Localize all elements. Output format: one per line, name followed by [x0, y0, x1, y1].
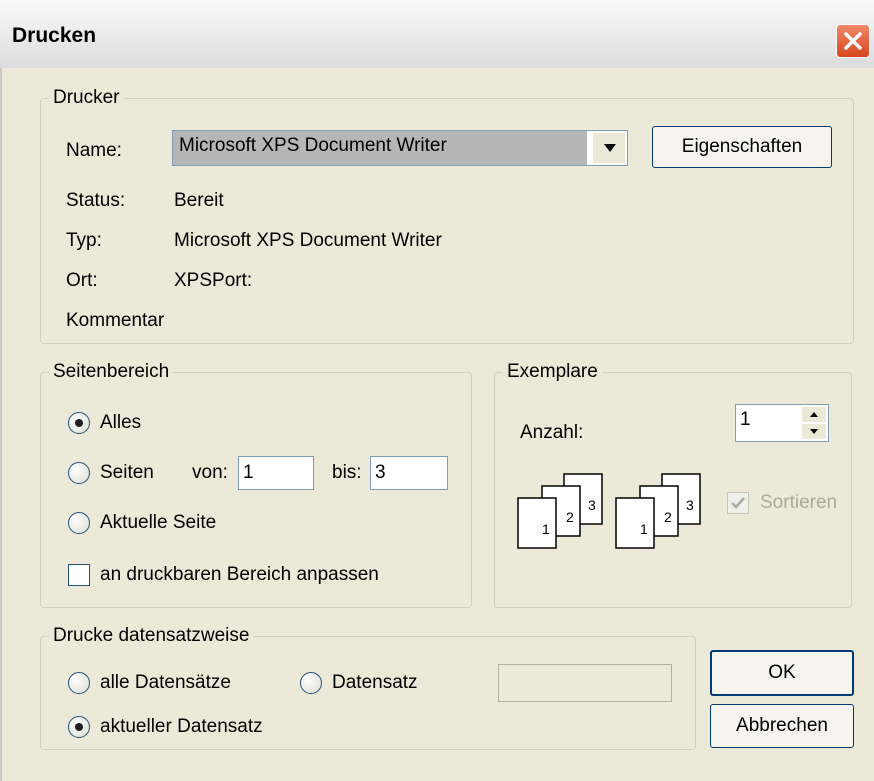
- type-value: Microsoft XPS Document Writer: [174, 230, 442, 251]
- status-value: Bereit: [174, 190, 224, 211]
- type-label: Typ:: [66, 230, 102, 251]
- caret-up-icon: [810, 412, 818, 417]
- records-legend: Drucke datensatzweise: [49, 625, 254, 647]
- spin-down-button[interactable]: [801, 423, 827, 440]
- radio-all-records-label[interactable]: alle Datensätze: [100, 672, 231, 694]
- chevron-down-icon: [604, 144, 616, 152]
- radio-record-label[interactable]: Datensatz: [332, 672, 418, 694]
- radio-current-record[interactable]: [68, 716, 90, 738]
- radio-pages-label[interactable]: Seiten: [100, 462, 154, 484]
- radio-record[interactable]: [300, 672, 322, 694]
- status-label: Status:: [66, 190, 126, 211]
- printer-dropdown-button[interactable]: [592, 132, 626, 164]
- radio-current-page[interactable]: [68, 512, 90, 534]
- printer-legend: Drucker: [49, 87, 124, 109]
- radio-current-record-label[interactable]: aktueller Datensatz: [100, 716, 263, 738]
- page-number: 2: [664, 509, 672, 525]
- radio-selected-dot: [75, 723, 83, 731]
- record-number-input[interactable]: [498, 664, 672, 702]
- from-page-input[interactable]: 1: [238, 456, 314, 490]
- printer-name-select[interactable]: Microsoft XPS Document Writer: [172, 130, 628, 166]
- location-label: Ort:: [66, 270, 98, 291]
- printer-name-label: Name:: [66, 140, 122, 161]
- dialog-body: Drucker Name: Microsoft XPS Document Wri…: [0, 68, 874, 781]
- radio-all-pages-label[interactable]: Alles: [100, 412, 141, 434]
- close-icon: [844, 32, 862, 50]
- from-label: von:: [192, 462, 228, 483]
- collate-illustration-icon: 3 2 1: [612, 472, 704, 552]
- page-number: 2: [566, 509, 574, 525]
- radio-current-page-label[interactable]: Aktuelle Seite: [100, 512, 216, 534]
- copies-count-value: 1: [740, 409, 751, 430]
- cancel-button[interactable]: Abbrechen: [710, 704, 854, 748]
- location-value: XPSPort:: [174, 270, 253, 291]
- caret-down-icon: [810, 429, 818, 434]
- radio-all-pages[interactable]: [68, 412, 90, 434]
- radio-all-records[interactable]: [68, 672, 90, 694]
- to-page-input[interactable]: 3: [370, 456, 448, 490]
- page-number: 1: [542, 521, 550, 537]
- fit-printable-area-checkbox[interactable]: [68, 564, 90, 586]
- title-bar[interactable]: Drucken: [0, 0, 874, 69]
- radio-pages[interactable]: [68, 462, 90, 484]
- printer-name-value: Microsoft XPS Document Writer: [173, 131, 587, 165]
- to-label: bis:: [332, 462, 362, 483]
- properties-button[interactable]: Eigenschaften: [652, 126, 832, 168]
- comment-label: Kommentar: [66, 310, 165, 331]
- page-range-legend: Seitenbereich: [49, 361, 174, 383]
- fit-printable-area-label[interactable]: an druckbaren Bereich anpassen: [100, 564, 379, 586]
- print-dialog: Drucken Drucker Name: Microsoft XPS Docu…: [0, 0, 874, 781]
- spin-up-button[interactable]: [801, 406, 827, 423]
- copies-legend: Exemplare: [503, 361, 602, 383]
- copies-count-spinner[interactable]: 1: [735, 404, 829, 442]
- close-button[interactable]: [836, 24, 870, 58]
- collate-label[interactable]: Sortieren: [760, 492, 837, 514]
- copies-count-label: Anzahl:: [520, 422, 584, 443]
- radio-selected-dot: [75, 419, 83, 427]
- window-title: Drucken: [12, 24, 97, 47]
- collate-illustration-icon: 3 2 1: [514, 472, 606, 552]
- page-number: 1: [640, 521, 648, 537]
- page-number: 3: [588, 497, 596, 513]
- page-number: 3: [686, 497, 694, 513]
- ok-button[interactable]: OK: [710, 650, 854, 696]
- checkmark-icon: [731, 497, 745, 509]
- collate-checkbox[interactable]: [727, 492, 749, 514]
